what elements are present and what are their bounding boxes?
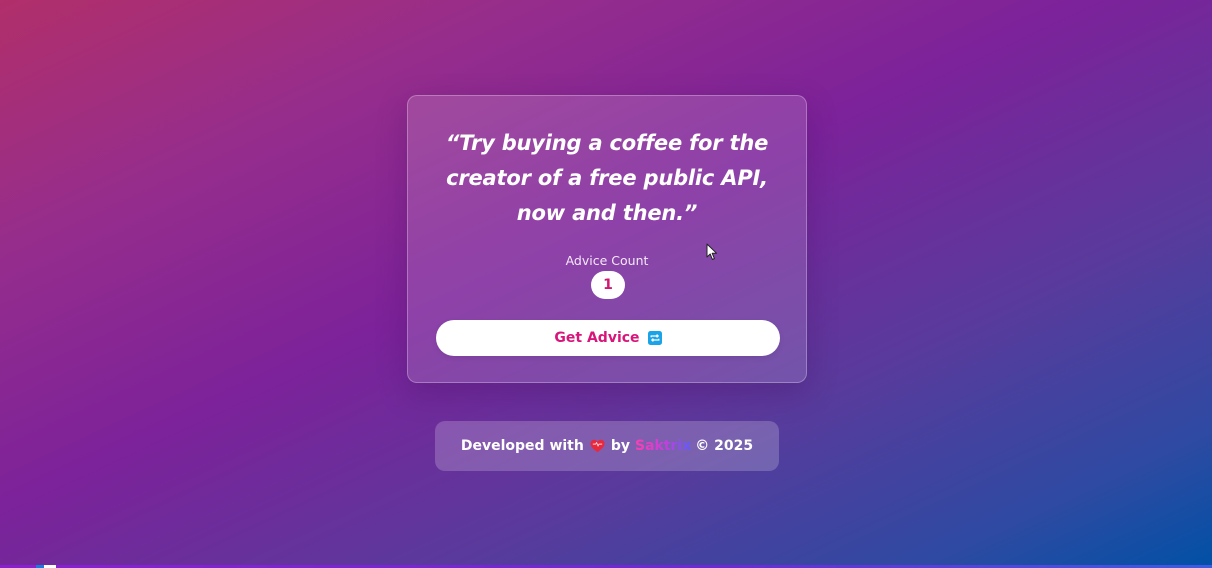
footer-copyright: © 2025 bbox=[695, 438, 754, 454]
advice-card: “Try buying a coffee for the creator of … bbox=[407, 95, 807, 383]
footer-prefix: Developed with bbox=[460, 438, 584, 454]
get-advice-button[interactable]: Get Advice bbox=[436, 320, 780, 356]
footer-by: by bbox=[610, 438, 630, 454]
author-name[interactable]: Saktrix bbox=[635, 438, 691, 454]
footer-credit: Developed with by Saktrix © 2025 bbox=[435, 421, 779, 471]
advice-quote: “Try buying a coffee for the creator of … bbox=[445, 131, 769, 225]
advice-count-badge: 1 bbox=[591, 271, 625, 299]
get-advice-button-label: Get Advice bbox=[554, 330, 640, 346]
repeat-icon bbox=[647, 331, 662, 345]
mouse-cursor-icon bbox=[706, 243, 718, 260]
heart-icon bbox=[590, 439, 605, 453]
advice-count-label: Advice Count bbox=[565, 253, 649, 268]
